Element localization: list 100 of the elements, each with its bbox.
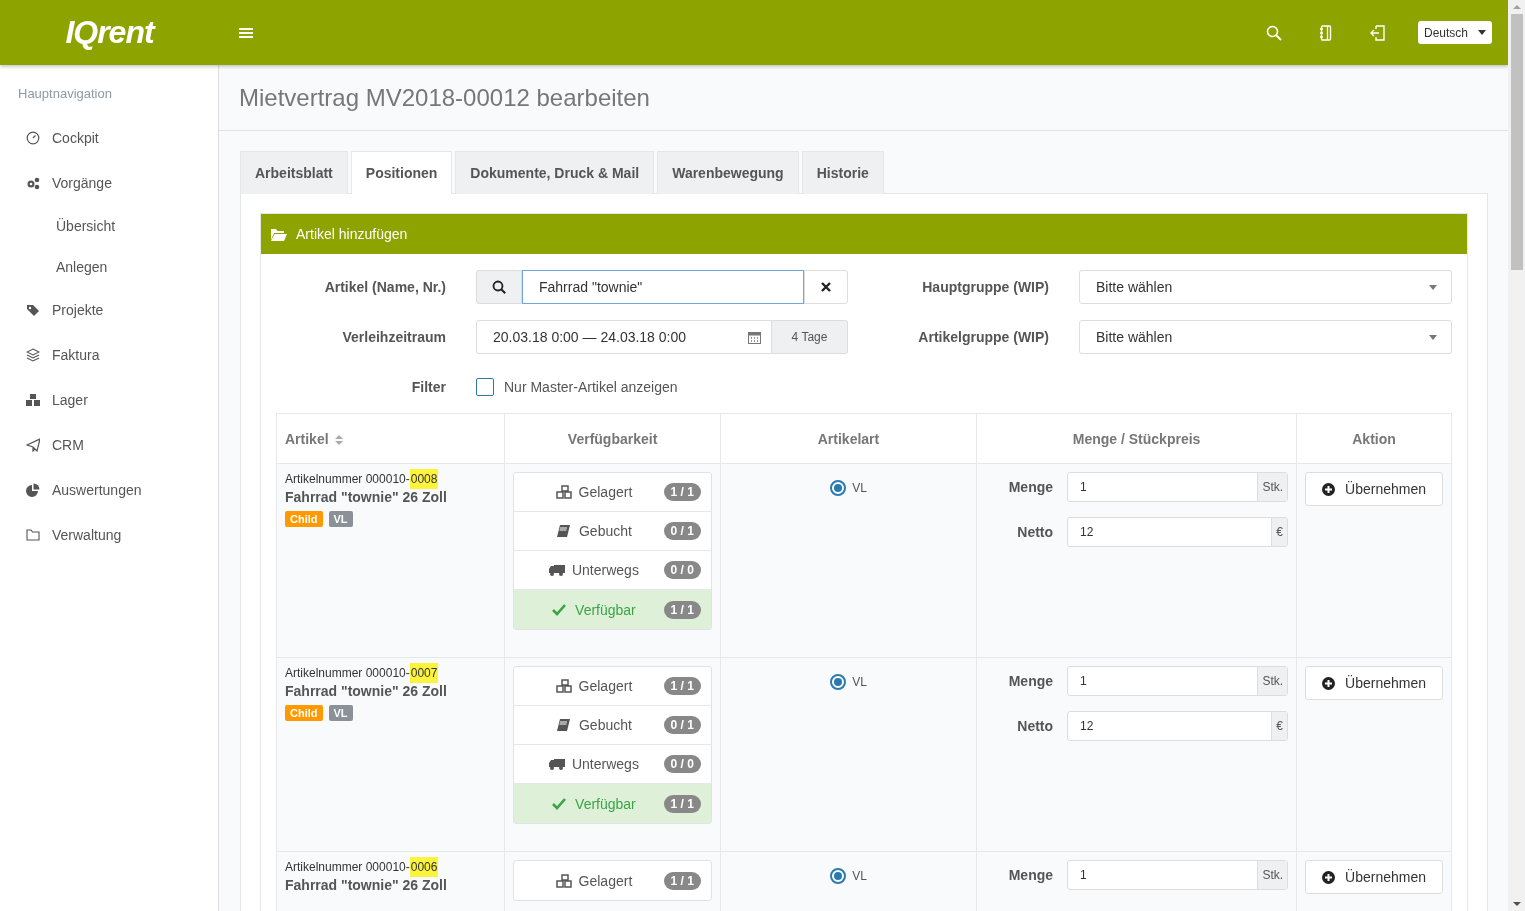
sidebar-item[interactable]: Cockpit: [0, 115, 218, 160]
plus-circle-icon: [1322, 870, 1336, 884]
cubes-icon: [555, 485, 572, 499]
quantity-input[interactable]: 1: [1068, 473, 1258, 501]
count-badge: 1 / 1: [663, 483, 701, 501]
price-field[interactable]: 12 €: [1067, 711, 1289, 741]
availability-label: Verfügbar: [575, 601, 636, 618]
tab[interactable]: Arbeitsblatt: [240, 151, 348, 194]
count-badge: 1 / 1: [663, 794, 701, 813]
availability-label: Unterwegs: [571, 562, 639, 578]
menu-icon: [239, 26, 253, 39]
apply-button[interactable]: Übernehmen: [1305, 860, 1443, 894]
date-range-field[interactable]: 20.03.18 0:00 — 24.03.18 0:00: [476, 320, 772, 354]
check-icon: [552, 602, 569, 617]
gauge-icon: [26, 130, 40, 145]
page-title: Mietvertrag MV2018-00012 bearbeiten: [239, 83, 650, 112]
field-label: Menge: [1007, 479, 1055, 495]
truck-icon: [548, 563, 565, 577]
truck-icon: [548, 757, 565, 771]
apply-button[interactable]: Übernehmen: [1305, 666, 1443, 700]
sidebar-heading: Hauptnavigation: [17, 86, 113, 103]
tab[interactable]: Historie: [801, 151, 884, 194]
sidebar-item[interactable]: Lager: [0, 377, 218, 422]
pie-chart-icon: [26, 482, 40, 497]
field-label: Netto: [1016, 718, 1055, 734]
search-icon: [492, 280, 506, 294]
availability-label: Gelagert: [578, 872, 633, 889]
close-icon: [821, 282, 831, 292]
badge: Child: [285, 705, 323, 721]
count-badge: 0 / 0: [663, 755, 701, 773]
quantity-input[interactable]: 1: [1068, 667, 1258, 695]
sidebar-item[interactable]: Verwaltung: [0, 512, 218, 557]
price-field[interactable]: 12 €: [1067, 517, 1289, 547]
search-icon: [1265, 24, 1282, 41]
field-label: Verleihzeitraum: [341, 329, 446, 345]
caret-icon: [1429, 334, 1437, 340]
clear-button[interactable]: [804, 270, 848, 304]
tab[interactable]: Warenbewegung: [657, 151, 799, 194]
plus-circle-icon: [1322, 482, 1336, 496]
column-header: Verfügbarkeit: [504, 413, 721, 464]
unit-label: €: [1271, 518, 1288, 546]
cubes-icon: [555, 873, 572, 888]
unit-label: Stk.: [1257, 861, 1288, 889]
tags-icon: [26, 302, 40, 317]
price-input[interactable]: 12: [1068, 712, 1272, 740]
tab[interactable]: Positionen: [350, 151, 453, 194]
column-header[interactable]: Artikel: [276, 413, 505, 464]
calendar-icon: [748, 330, 761, 344]
search-button[interactable]: [476, 270, 522, 304]
quantity-input[interactable]: 1: [1068, 861, 1258, 889]
book-icon: [555, 524, 572, 538]
apply-button[interactable]: Übernehmen: [1305, 472, 1443, 506]
checkbox-label: Nur Master-Artikel anzeigen: [504, 379, 678, 395]
cubes-icon: [26, 392, 40, 407]
field-label: Menge: [1007, 867, 1055, 883]
sidebar-item[interactable]: Faktura: [0, 332, 218, 377]
count-badge: 1 / 1: [663, 677, 701, 695]
column-header: Artikelart: [720, 413, 977, 464]
sidebar-item[interactable]: Vorgänge: [0, 160, 218, 205]
language-select[interactable]: Deutsch: [1417, 21, 1492, 44]
paper-plane-icon: [26, 437, 40, 452]
field-label: Filter: [410, 379, 446, 395]
sidebar-subitem[interactable]: Anlegen: [0, 246, 218, 287]
sidebar-item[interactable]: Projekte: [0, 287, 218, 332]
search-field[interactable]: Fahrrad "townie": [522, 270, 804, 304]
sidebar-subitem[interactable]: Übersicht: [0, 205, 218, 246]
caret-icon: [1429, 284, 1437, 290]
folder-open-icon: [271, 227, 287, 241]
plus-circle-icon: [1322, 676, 1336, 690]
dropdown[interactable]: Bitte wählen: [1079, 270, 1452, 304]
dropdown[interactable]: Bitte wählen: [1079, 320, 1452, 354]
scrollbar[interactable]: [1508, 0, 1525, 911]
price-input[interactable]: 12: [1068, 518, 1272, 546]
radio-button[interactable]: [830, 674, 847, 690]
caret-icon: [1478, 30, 1486, 35]
radio-label: VL: [852, 675, 867, 689]
count-badge: 0 / 1: [663, 522, 701, 540]
cubes-icon: [555, 679, 572, 693]
gears-icon: [26, 175, 40, 190]
quantity-field[interactable]: 1 Stk.: [1067, 666, 1289, 696]
checkbox[interactable]: [476, 378, 494, 396]
field-label: Hauptgruppe (WIP): [921, 279, 1049, 295]
folder-icon: [26, 527, 40, 542]
count-badge: 0 / 0: [663, 561, 701, 579]
badge: Child: [285, 511, 323, 527]
article-number: Artikelnummer 000010-0008: [285, 472, 497, 486]
radio-button[interactable]: [830, 868, 847, 884]
count-badge: 1 / 1: [663, 871, 701, 890]
book-icon: [555, 718, 572, 732]
sidebar-item[interactable]: CRM: [0, 422, 218, 467]
field-label: Artikel (Name, Nr.): [323, 279, 446, 295]
tab[interactable]: Dokumente, Druck & Mail: [455, 151, 655, 194]
radio-label: VL: [852, 869, 867, 883]
quantity-field[interactable]: 1 Stk.: [1067, 472, 1289, 502]
radio-button[interactable]: [830, 480, 847, 496]
unit-label: Stk.: [1257, 473, 1288, 501]
sidebar-item[interactable]: Auswertungen: [0, 467, 218, 512]
article-name: Fahrrad "townie" 26 Zoll: [285, 489, 448, 505]
quantity-field[interactable]: 1 Stk.: [1067, 860, 1289, 890]
article-name: Fahrrad "townie" 26 Zoll: [285, 683, 448, 699]
